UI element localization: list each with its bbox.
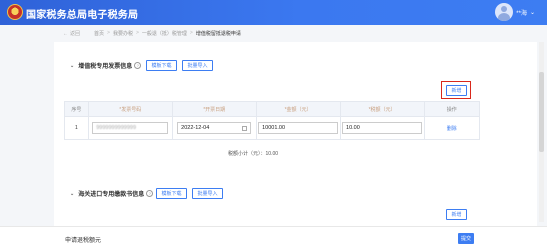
- batch-import-button[interactable]: 批量导入: [192, 188, 223, 199]
- breadcrumb-separator: >: [107, 30, 110, 36]
- calendar-icon[interactable]: [242, 126, 248, 131]
- add-invoice-button[interactable]: 新增: [446, 85, 467, 96]
- amount-value: 10001.00: [262, 125, 286, 131]
- amount-input[interactable]: 10001.00: [258, 122, 339, 134]
- section-vat-invoice-header[interactable]: ⌄ 增值税专用发票信息 ?: [70, 61, 142, 70]
- breadcrumb-separator: >: [135, 30, 139, 36]
- section-title: 增值税专用发票信息: [78, 64, 133, 70]
- invoice-no-cell: 9999999999999: [87, 116, 173, 140]
- footer-bar: 申请退税额 元 提交: [0, 226, 547, 250]
- invoice-table: 序号 *发票号码 *开票日期 *金额（元） *税额（元） 操作 1 999999…: [64, 101, 481, 140]
- batch-import-button[interactable]: 批量导入: [182, 60, 213, 71]
- col-header-invoice-no: *发票号码: [87, 101, 173, 117]
- col-header-tax: *税额（元）: [339, 101, 425, 117]
- tax-cell: 10.00: [339, 116, 425, 140]
- breadcrumb-item-current: 增值税留抵退税申请: [195, 31, 241, 37]
- breadcrumb-separator: >: [189, 30, 193, 36]
- col-header-amount: *金额（元）: [255, 101, 341, 117]
- row-index: 1: [64, 116, 89, 140]
- col-header-index: 序号: [64, 101, 89, 117]
- scrollbar-thumb[interactable]: [539, 72, 544, 152]
- tax-emblem-icon: [7, 4, 23, 20]
- top-header: 国家税务总局电子税务局 **海 ⌄: [0, 0, 547, 25]
- refund-amount-label: 申请退税额: [65, 238, 96, 244]
- user-name[interactable]: **海: [516, 8, 527, 17]
- submit-button[interactable]: 提交: [458, 233, 474, 244]
- invoice-no-value: 9999999999999: [96, 125, 137, 131]
- add-customs-button[interactable]: 新增: [446, 209, 467, 220]
- section-customs-header[interactable]: ⌄ 海关进口专用缴款书信息 ?: [70, 189, 154, 198]
- tax-value: 10.00: [346, 125, 360, 131]
- template-download-button[interactable]: 模板下载: [146, 60, 177, 71]
- date-picker-input[interactable]: 2022-12-04: [177, 122, 252, 134]
- section-title: 海关进口专用缴款书信息: [78, 192, 145, 198]
- avatar[interactable]: [495, 3, 514, 21]
- breadcrumb-item-refund-mgmt[interactable]: 一般退（抵）税管理: [142, 30, 187, 37]
- date-cell: 2022-12-04: [171, 116, 257, 140]
- col-header-date: *开票日期: [171, 101, 257, 117]
- delete-link[interactable]: 删除: [447, 126, 457, 132]
- tax-subtotal: 税额小计（元）：10.00: [228, 151, 279, 157]
- app-title: 国家税务总局电子税务局: [26, 10, 139, 21]
- amount-cell: 10001.00: [255, 116, 341, 140]
- breadcrumb-item-home[interactable]: 首页: [94, 30, 104, 37]
- collapse-arrow-icon[interactable]: ⌄: [70, 191, 74, 197]
- help-icon[interactable]: ?: [146, 190, 154, 197]
- back-link[interactable]: ← 返回: [63, 30, 80, 38]
- template-download-button[interactable]: 模板下载: [156, 188, 187, 199]
- breadcrumb: ← 返回 首页 > 我要办税 > 一般退（抵）税管理 > 增值税留抵退税申请: [0, 25, 547, 42]
- invoice-no-input[interactable]: 9999999999999: [92, 122, 169, 134]
- chevron-down-icon[interactable]: ⌄: [530, 9, 535, 16]
- date-value: 2022-12-04: [181, 125, 210, 131]
- breadcrumb-item-tax[interactable]: 我要办税: [113, 30, 133, 37]
- table-row: 1 9999999999999 2022-12-04 10001.00 10.0…: [64, 116, 481, 140]
- table-header-row: 序号 *发票号码 *开票日期 *金额（元） *税额（元） 操作: [64, 101, 481, 117]
- help-icon[interactable]: ?: [134, 62, 142, 69]
- scrollbar[interactable]: [539, 42, 544, 222]
- arrow-left-icon: ←: [63, 30, 68, 37]
- col-header-action: 操作: [423, 101, 481, 117]
- tax-input[interactable]: 10.00: [342, 122, 423, 134]
- user-menu[interactable]: **海 ⌄: [495, 3, 535, 21]
- action-cell: 删除: [423, 116, 481, 140]
- refund-unit: 元: [95, 238, 102, 244]
- collapse-arrow-icon[interactable]: ⌄: [70, 63, 74, 69]
- back-label[interactable]: 返回: [70, 30, 80, 37]
